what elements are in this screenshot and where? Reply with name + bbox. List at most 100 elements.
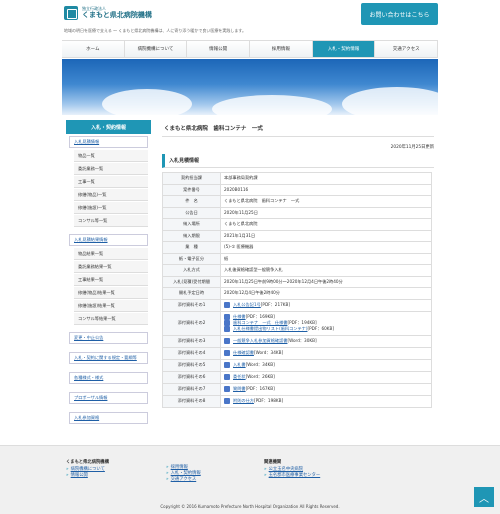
- sidebar-subitem[interactable]: 委託業務一覧: [74, 163, 148, 175]
- sidebar-subitem[interactable]: 委託業務結果一覧: [74, 261, 148, 273]
- table-row: 納入期限 2021年1月31日: [162, 229, 432, 242]
- attachment-item: 委任状 [Word：26KB]: [224, 374, 428, 380]
- sidebar-subitem[interactable]: 修繕(物品)一覧: [74, 189, 148, 201]
- bid-info-table: 契約担当課 本部事務局契約課 案件番号 2020B0116 件 名くまもと県北病院 歯科…: [162, 172, 432, 408]
- file-meta: [PDF：60KB]: [307, 326, 335, 331]
- sidebar-subitem[interactable]: 工事結果一覧: [74, 274, 148, 286]
- attachment-item: 仕様確認書 [Word：34KB]: [224, 350, 428, 356]
- table-row: 業 種 (5)-① 医療機器: [162, 241, 432, 254]
- footer-link[interactable]: 交通アクセス: [171, 477, 197, 482]
- sidebar-subitem[interactable]: 修繕(施設)結果一覧: [74, 300, 148, 312]
- file-meta: [Word：34KB]: [253, 350, 284, 355]
- attachment-files: 委任状 [Word：26KB]: [220, 370, 432, 384]
- row-label: 紙・電子区分: [162, 252, 221, 265]
- table-row: 公告日 2020年11月25日: [162, 206, 432, 219]
- sidebar-subitem[interactable]: 物品結果一覧: [74, 248, 148, 260]
- row-label: 開札予定日時: [162, 287, 221, 300]
- attachment-link[interactable]: 質問書: [233, 386, 246, 392]
- sidebar-link[interactable]: 変更・中止公告: [69, 332, 148, 344]
- nav-item[interactable]: 情報公開: [187, 41, 251, 57]
- table-row: 案件番号 2020B0116: [162, 183, 432, 196]
- chevron-up-icon: ︿: [479, 493, 489, 505]
- nav-item[interactable]: 交通アクセス: [375, 41, 439, 57]
- site-tagline: 地域の明日を医療で支える ～ くまもと県北病院機構は、人に寄り添う暖かで良い医療…: [64, 28, 246, 33]
- row-value: 2020年12月4日午後2時40分: [220, 287, 432, 300]
- back-to-top-button[interactable]: ︿: [474, 487, 494, 507]
- footer-link-row: » 情報公開: [66, 473, 109, 479]
- footer-col1-title: くまもと県北病院機構: [66, 460, 109, 465]
- attachment-link[interactable]: 一般競争入札参加資格確認書: [233, 338, 287, 344]
- contact-button[interactable]: お問い合わせはこちら: [361, 3, 438, 25]
- sidebar-link[interactable]: 入札参加資格: [69, 412, 148, 424]
- attachment-link[interactable]: 入札書: [233, 362, 246, 368]
- footer-link[interactable]: 情報公開: [71, 473, 88, 478]
- footer-link[interactable]: 公立玉名中央病院: [269, 467, 303, 472]
- sidebar-subitem[interactable]: 物品一覧: [74, 150, 148, 162]
- sidebar-link[interactable]: 入札見積情報: [69, 136, 148, 148]
- cloud-shape: [342, 87, 438, 115]
- site-logo[interactable]: 独立行政法人 くまもと県北病院機構: [64, 6, 152, 20]
- footer-link[interactable]: 玉名郡市医療事業センター: [269, 473, 321, 478]
- sidebar-subitem[interactable]: 工事一覧: [74, 176, 148, 188]
- attachment-row: 添付資料その6 委任状 [Word：26KB]: [162, 370, 432, 384]
- row-label: 入札方式: [162, 264, 221, 277]
- attachment-link[interactable]: 委任状: [233, 374, 246, 380]
- file-icon: [224, 338, 230, 344]
- sidebar-subitem[interactable]: コンサル等結果一覧: [74, 313, 148, 325]
- sidebar-subitem[interactable]: 修繕(物品)結果一覧: [74, 287, 148, 299]
- main-content: くまもと県北病院 歯科コンテナ 一式 2020年11月25日更新 入札見積情報 …: [162, 120, 434, 408]
- nav-item[interactable]: 入札・契約情報: [312, 41, 376, 57]
- cloud-shape: [212, 95, 332, 115]
- attachment-files: 入札公告記1号 [PDF：217KB]: [220, 298, 432, 312]
- attachment-files: 一般競争入札参加資格確認書 [Word：30KB]: [220, 334, 432, 348]
- footer-link[interactable]: 採用情報: [171, 465, 188, 470]
- attachment-link[interactable]: 入札公告記1号: [233, 302, 261, 308]
- sidebar-link[interactable]: プロポーザル情報: [69, 392, 148, 404]
- sidebar-subitem[interactable]: 修繕(施設)一覧: [74, 202, 148, 214]
- logo-title: くまもと県北病院機構: [82, 11, 152, 19]
- table-row: 紙・電子区分紙: [162, 252, 432, 265]
- row-value: 2020B0116: [220, 183, 432, 196]
- sidebar-link[interactable]: 入札見積結果情報: [69, 234, 148, 246]
- attachment-files: 質問書 [PDF：167KB]: [220, 382, 432, 396]
- table-row: 入札(見積)受付期間 2020年11月25日午前9時00分～2020年12月4日午…: [162, 275, 432, 288]
- attachment-item: 入札公告記1号 [PDF：217KB]: [224, 302, 428, 308]
- sidebar-link[interactable]: 各種様式・様式: [69, 372, 148, 384]
- attachment-item: 附則の仕方 [PDF：198KB]: [224, 398, 428, 404]
- footer-link[interactable]: 病院機構について: [71, 467, 105, 472]
- attachment-link[interactable]: 入札仕様書提出物リスト(歯科コンテナ): [233, 326, 307, 332]
- attachment-label: 添付資料その4: [162, 346, 221, 360]
- attachment-item: 入札仕様書提出物リスト(歯科コンテナ) [PDF：60KB]: [224, 326, 428, 332]
- row-value: 紙: [220, 252, 432, 265]
- bullet-icon: »: [166, 465, 169, 470]
- file-icon: [224, 398, 230, 404]
- footer-col-1: くまもと県北病院機構 » 病院機構について» 情報公開: [66, 459, 109, 479]
- attachment-row: 添付資料その4 仕様確認書 [Word：34KB]: [162, 346, 432, 360]
- row-label: 案件番号: [162, 183, 221, 196]
- sidebar-subitem[interactable]: コンサル等一覧: [74, 215, 148, 227]
- nav-item[interactable]: 病院機構について: [124, 41, 188, 57]
- nav-item[interactable]: ホーム: [62, 41, 125, 57]
- logo-icon: [64, 6, 78, 20]
- table-row: 件 名くまもと県北病院 歯科コンテナ 一式: [162, 195, 432, 208]
- footer-col3-title: 関連機関: [264, 460, 282, 465]
- attachment-label: 添付資料その3: [162, 334, 221, 348]
- nav-item[interactable]: 採用情報: [250, 41, 313, 57]
- hero-banner: [62, 59, 438, 115]
- sidebar-link[interactable]: 入札・契約に関する規定・要綱等: [69, 352, 148, 364]
- file-icon: [224, 350, 230, 356]
- row-value: 本部事務局契約課: [220, 172, 432, 185]
- footer-link-row: » 玉名郡市医療事業センター: [264, 473, 320, 479]
- file-meta: [Word：34KB]: [245, 362, 275, 367]
- attachment-link[interactable]: 仕様確認書: [233, 350, 254, 356]
- attachment-label: 添付資料その7: [162, 382, 221, 396]
- bullet-icon: »: [66, 473, 69, 478]
- footer-link[interactable]: 入札・契約情報: [171, 471, 201, 476]
- bullet-icon: »: [264, 473, 267, 478]
- attachment-link[interactable]: 附則の仕方: [233, 398, 254, 404]
- attachment-row: 添付資料その3 一般競争入札参加資格確認書 [Word：30KB]: [162, 334, 432, 348]
- row-value: くまもと県北病院 歯科コンテナ 一式: [220, 195, 432, 208]
